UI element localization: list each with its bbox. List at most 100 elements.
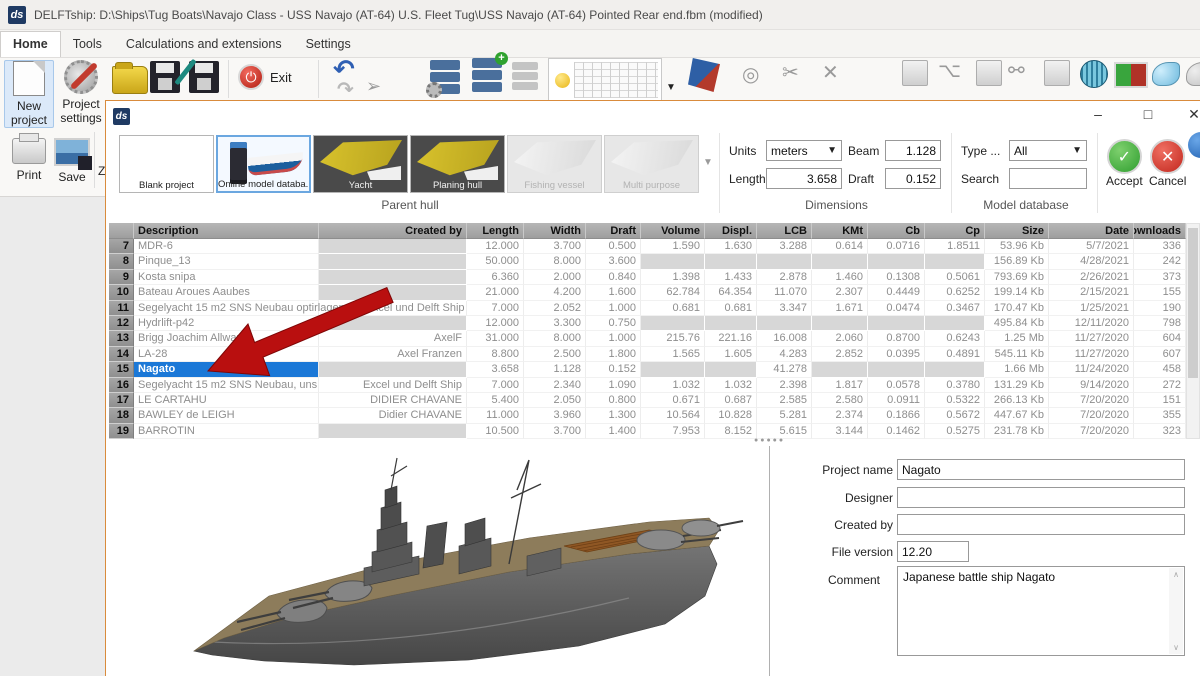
column-header[interactable]: Cp bbox=[925, 223, 985, 239]
column-header[interactable]: Date bbox=[1049, 223, 1134, 239]
column-header[interactable]: Size bbox=[985, 223, 1049, 239]
column-header[interactable]: Length bbox=[467, 223, 524, 239]
save-as-button[interactable] bbox=[189, 61, 219, 93]
tab-tools[interactable]: Tools bbox=[61, 32, 114, 57]
check-model-icon[interactable] bbox=[1114, 62, 1148, 88]
extrude-tool-icon[interactable] bbox=[1044, 60, 1070, 86]
thumbnail-label: Planing hull bbox=[411, 180, 504, 191]
table-cell: 0.0911 bbox=[868, 393, 925, 408]
solid-tool-icon[interactable] bbox=[902, 60, 928, 86]
dialog-close-button[interactable]: ✕ bbox=[1179, 103, 1200, 125]
designer-input[interactable] bbox=[897, 487, 1185, 508]
add-layer-button[interactable]: + bbox=[472, 58, 502, 68]
tab-home[interactable]: Home bbox=[0, 31, 61, 57]
box-tool-icon[interactable] bbox=[976, 60, 1002, 86]
beam-input[interactable]: 1.128 bbox=[885, 140, 941, 161]
table-cell[interactable]: Kosta snipa bbox=[134, 270, 319, 285]
column-header[interactable]: Volume bbox=[641, 223, 705, 239]
ribbon-divider bbox=[228, 60, 229, 98]
new-project-button[interactable]: New project bbox=[4, 60, 54, 128]
accept-check-icon: ✓ bbox=[1107, 139, 1142, 174]
table-row[interactable]: 9Kosta snipa6.3602.0000.8401.3981.4332.8… bbox=[109, 270, 1186, 285]
exit-power-icon: ⏻ bbox=[238, 64, 264, 90]
splitter-handle[interactable]: ●●●●● bbox=[754, 437, 794, 444]
column-header[interactable]: Width bbox=[524, 223, 586, 239]
type-dropdown[interactable]: All▼ bbox=[1009, 140, 1087, 161]
dialog-maximize-button[interactable]: □ bbox=[1133, 103, 1163, 125]
table-cell[interactable]: LE CARTAHU bbox=[134, 393, 319, 408]
project-settings-label: Project settings bbox=[56, 97, 106, 125]
project-settings-button[interactable]: Project settings bbox=[56, 60, 106, 126]
table-scrollbar[interactable] bbox=[1186, 223, 1200, 439]
split-edge-icon[interactable]: ✂ bbox=[782, 60, 799, 85]
column-header[interactable]: Draft bbox=[586, 223, 641, 239]
table-cell bbox=[868, 316, 925, 331]
scroll-down-icon[interactable]: ∨ bbox=[1173, 643, 1179, 652]
units-dropdown[interactable]: meters▼ bbox=[766, 140, 842, 161]
thumbnail-multi-purpose[interactable]: Multi purpose bbox=[604, 135, 699, 193]
tab-calculations[interactable]: Calculations and extensions bbox=[114, 32, 294, 57]
redo-icon[interactable]: ↷ bbox=[337, 82, 354, 98]
column-header[interactable]: Downloads bbox=[1134, 223, 1186, 239]
table-cell: 0.4891 bbox=[925, 347, 985, 362]
visibility-preview[interactable] bbox=[548, 58, 662, 102]
table-cell[interactable]: BARROTIN bbox=[134, 424, 319, 439]
table-cell: 272 bbox=[1134, 378, 1186, 393]
accept-button[interactable]: ✓ Accept bbox=[1106, 139, 1143, 188]
thumbnail-blank-project[interactable]: Blank project bbox=[119, 135, 214, 193]
undo-icon[interactable]: ↶ bbox=[333, 58, 355, 80]
table-scrollbar-thumb[interactable] bbox=[1188, 228, 1198, 378]
thumbnail-yacht[interactable]: Yacht bbox=[313, 135, 408, 193]
column-header[interactable]: LCB bbox=[757, 223, 812, 239]
strip-dropdown-icon[interactable]: ▼ bbox=[703, 157, 713, 168]
draft-input[interactable]: 0.152 bbox=[885, 168, 941, 189]
save-file-button[interactable] bbox=[150, 61, 180, 93]
comment-scrollbar[interactable]: ∧∨ bbox=[1169, 568, 1183, 654]
dialog-minimize-button[interactable]: – bbox=[1083, 103, 1113, 125]
open-button[interactable] bbox=[112, 60, 148, 88]
accept-label: Accept bbox=[1106, 174, 1143, 188]
dimensions-group-label: Dimensions bbox=[729, 198, 944, 212]
save-image-icon bbox=[54, 138, 90, 166]
curve-tool-icon[interactable]: ⚯ bbox=[1008, 58, 1025, 83]
table-row[interactable]: 17LE CARTAHUDIDIER CHAVANE5.4002.0500.80… bbox=[109, 393, 1186, 408]
table-cell[interactable]: Pinque_13 bbox=[134, 254, 319, 269]
table-row[interactable]: 19BARROTIN10.5003.7001.4007.9538.1525.61… bbox=[109, 424, 1186, 439]
cancel-button[interactable]: ✕ Cancel bbox=[1149, 139, 1186, 188]
thumbnail-online-model-databa-[interactable]: Online model databa... bbox=[216, 135, 311, 193]
column-header[interactable]: Cb bbox=[868, 223, 925, 239]
column-header[interactable]: KMt bbox=[812, 223, 868, 239]
mesh-tool-icon[interactable] bbox=[1080, 60, 1108, 88]
created-by-input[interactable] bbox=[897, 514, 1185, 535]
shell-tool-icon[interactable] bbox=[1152, 62, 1180, 86]
deselect-icon[interactable]: ◎ bbox=[742, 62, 759, 87]
search-input[interactable] bbox=[1009, 168, 1087, 189]
length-input[interactable]: 3.658 bbox=[766, 168, 842, 189]
comment-textarea[interactable]: Japanese battle ship Nagato ∧∨ bbox=[897, 566, 1185, 656]
save-image-button[interactable]: Save bbox=[52, 132, 92, 192]
exit-button[interactable]: ⏻ Exit bbox=[238, 64, 292, 90]
preview-dropdown-icon[interactable]: ▼ bbox=[666, 82, 676, 93]
table-row[interactable]: 8Pinque_1350.0008.0003.600156.89 Kb4/28/… bbox=[109, 254, 1186, 269]
collapse-icon[interactable]: ✕ bbox=[822, 60, 839, 85]
table-cell[interactable]: MDR-6 bbox=[134, 239, 319, 254]
thumbnail-label: Blank project bbox=[120, 180, 213, 191]
table-row[interactable]: 7MDR-612.0003.7000.5001.5901.6303.2880.6… bbox=[109, 239, 1186, 254]
thumbnail-fishing-vessel[interactable]: Fishing vessel bbox=[507, 135, 602, 193]
layers-button[interactable] bbox=[430, 60, 460, 70]
thumbnail-planing-hull[interactable]: Planing hull bbox=[410, 135, 505, 193]
table-row[interactable]: 18BAWLEY de LEIGHDidier CHAVANE11.0003.9… bbox=[109, 408, 1186, 423]
column-header[interactable]: Description bbox=[134, 223, 319, 239]
column-header[interactable]: Created by bbox=[319, 223, 467, 239]
scroll-up-icon[interactable]: ∧ bbox=[1173, 570, 1179, 579]
column-header[interactable]: Displ. bbox=[705, 223, 757, 239]
table-cell[interactable]: BAWLEY de LEIGH bbox=[134, 408, 319, 423]
file-version-input[interactable]: 12.20 bbox=[897, 541, 969, 562]
column-header[interactable] bbox=[109, 223, 134, 239]
hierarchy-icon[interactable]: ⌥ bbox=[938, 58, 961, 83]
print-button[interactable]: Print bbox=[6, 132, 52, 192]
select-cursor-icon[interactable]: ➢ bbox=[366, 76, 381, 97]
model-3d-view[interactable] bbox=[109, 446, 770, 676]
model-table-header: DescriptionCreated byLengthWidthDraftVol… bbox=[109, 223, 1186, 239]
project-name-input[interactable]: Nagato bbox=[897, 459, 1185, 480]
